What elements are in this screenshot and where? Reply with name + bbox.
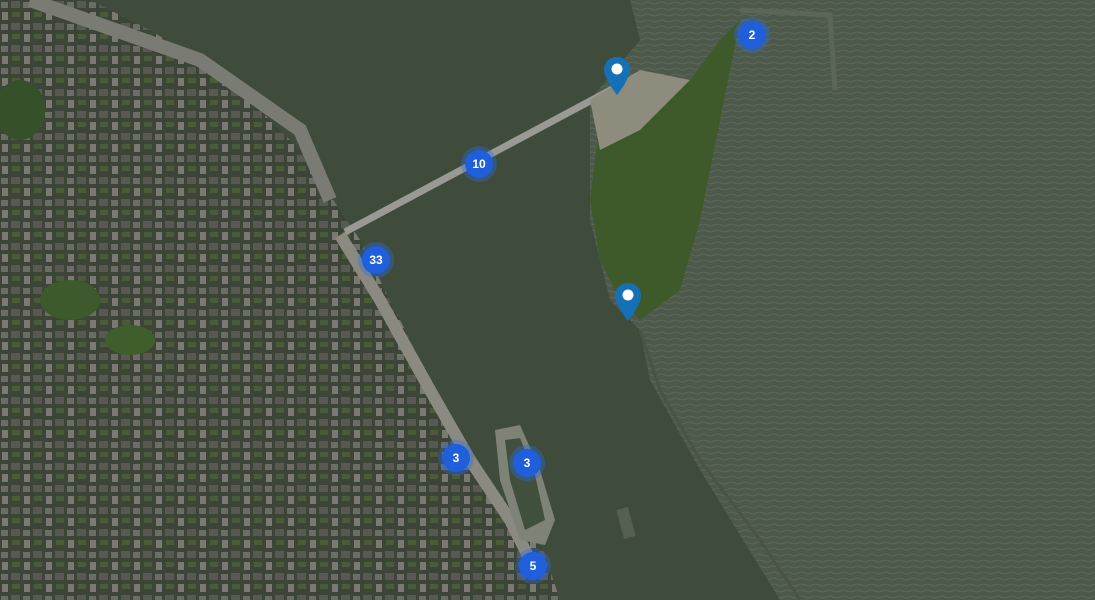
cluster-count: 2 (738, 21, 766, 49)
satellite-map[interactable]: 2 10 33 3 3 5 (0, 0, 1095, 600)
cluster-marker[interactable]: 3 (438, 440, 474, 476)
cluster-count: 5 (519, 552, 547, 580)
cluster-marker[interactable]: 5 (515, 548, 551, 584)
cluster-marker[interactable]: 3 (509, 445, 545, 481)
satellite-imagery (0, 0, 1095, 600)
cluster-marker[interactable]: 2 (734, 17, 770, 53)
cluster-count: 10 (465, 150, 493, 178)
map-pin-icon[interactable] (614, 282, 642, 322)
cluster-count: 3 (442, 444, 470, 472)
cluster-count: 3 (513, 449, 541, 477)
map-pin-icon[interactable] (603, 56, 631, 96)
cluster-marker[interactable]: 10 (461, 146, 497, 182)
cluster-count: 33 (362, 246, 390, 274)
cluster-marker[interactable]: 33 (358, 242, 394, 278)
